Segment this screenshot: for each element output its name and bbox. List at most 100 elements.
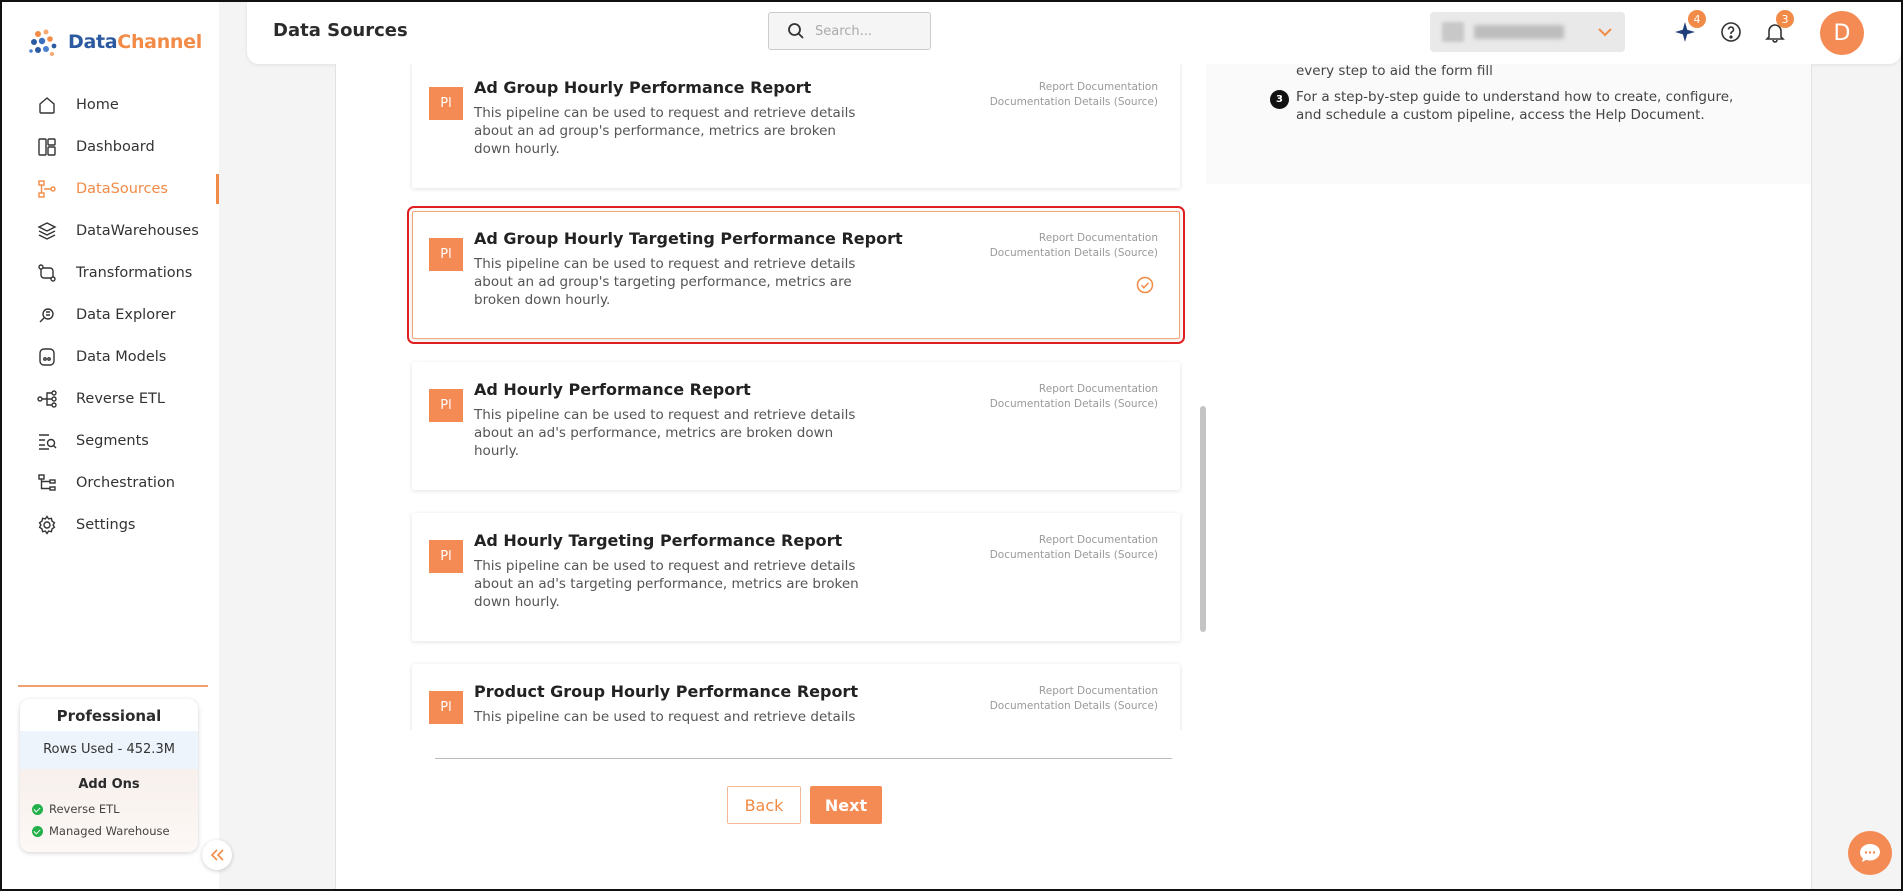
datasources-icon: [36, 178, 58, 200]
report-card[interactable]: Pl Ad Hourly Targeting Performance Repor…: [412, 513, 1180, 641]
addons-section: Add Ons Reverse ETL Managed Warehouse: [20, 769, 198, 852]
report-icon: Pl: [429, 238, 463, 271]
report-icon: Pl: [429, 389, 463, 422]
top-header: Data Sources 4 3 D: [247, 2, 1901, 64]
sidebar-item-data-explorer[interactable]: Data Explorer: [2, 294, 219, 336]
documentation-details-link[interactable]: Documentation Details (Source): [990, 397, 1158, 412]
check-circle-icon: [1136, 276, 1154, 294]
sidebar-item-orchestration[interactable]: Orchestration: [2, 462, 219, 504]
reverse-etl-icon: [36, 388, 58, 410]
list-scrollbar[interactable]: [1200, 406, 1206, 632]
report-card[interactable]: Pl Product Group Hourly Performance Repo…: [412, 664, 1180, 730]
sidebar-item-label: Transformations: [76, 265, 193, 281]
next-button[interactable]: Next: [810, 786, 882, 824]
report-links: Report Documentation Documentation Detai…: [990, 80, 1158, 110]
sidebar-item-data-models[interactable]: Data Models: [2, 336, 219, 378]
back-button[interactable]: Back: [727, 786, 801, 824]
sidebar-item-datawarehouses[interactable]: DataWarehouses: [2, 210, 219, 252]
sidebar-item-datasources[interactable]: DataSources: [2, 168, 219, 210]
ai-assistant-button[interactable]: 4: [1672, 10, 1706, 45]
sidebar-item-segments[interactable]: Segments: [2, 420, 219, 462]
help-step-number: 3: [1270, 90, 1289, 109]
sidebar-nav: Home Dashboard DataSources DataWarehouse…: [2, 84, 219, 546]
footer-divider: [435, 758, 1172, 759]
report-card[interactable]: Pl Ad Hourly Performance Report This pip…: [412, 362, 1180, 490]
sidebar-divider: [18, 685, 208, 687]
data-models-icon: [36, 346, 58, 368]
report-documentation-link[interactable]: Report Documentation: [990, 80, 1158, 95]
page-title: Data Sources: [273, 20, 408, 41]
report-links: Report Documentation Documentation Detai…: [990, 533, 1158, 563]
sidebar-item-transformations[interactable]: Transformations: [2, 252, 219, 294]
dashboard-icon: [36, 136, 58, 158]
sidebar-item-label: Dashboard: [76, 139, 155, 155]
datawarehouses-icon: [36, 220, 58, 242]
report-icon: Pl: [429, 691, 463, 724]
report-title: Ad Group Hourly Targeting Performance Re…: [474, 229, 903, 248]
chat-button[interactable]: [1848, 831, 1892, 875]
settings-icon: [36, 514, 58, 536]
documentation-details-link[interactable]: Documentation Details (Source): [990, 95, 1158, 110]
search-input[interactable]: [815, 23, 915, 39]
report-icon: Pl: [429, 87, 463, 120]
report-title: Ad Group Hourly Performance Report: [474, 78, 812, 97]
brand-logo[interactable]: DataChannel: [26, 24, 202, 60]
report-icon: Pl: [429, 540, 463, 573]
sidebar: DataChannel Home Dashboard DataSources D…: [2, 2, 219, 889]
help-step-2-text: every step to aid the form fill: [1296, 63, 1493, 79]
addon-item: Managed Warehouse: [20, 820, 198, 842]
search-box[interactable]: [768, 12, 931, 50]
sidebar-item-label: DataSources: [76, 181, 168, 197]
user-avatar[interactable]: D: [1820, 11, 1864, 55]
sidebar-item-label: Orchestration: [76, 475, 176, 491]
brand-name: DataChannel: [68, 31, 202, 53]
sidebar-item-reverse-etl[interactable]: Reverse ETL: [2, 378, 219, 420]
report-title: Ad Hourly Performance Report: [474, 380, 751, 399]
chat-bubble-icon: [1860, 844, 1880, 862]
plan-card: Professional Rows Used - 452.3M Add Ons …: [20, 699, 198, 852]
addons-title: Add Ons: [78, 777, 140, 792]
home-icon: [36, 94, 58, 116]
documentation-details-link[interactable]: Documentation Details (Source): [990, 548, 1158, 563]
report-card[interactable]: Pl Ad Group Hourly Performance Report Th…: [412, 64, 1180, 188]
report-documentation-link[interactable]: Report Documentation: [990, 533, 1158, 548]
datachannel-logo-icon: [29, 29, 57, 56]
sidebar-item-label: Data Explorer: [76, 307, 176, 323]
sidebar-item-settings[interactable]: Settings: [2, 504, 219, 546]
transformations-icon: [36, 262, 58, 284]
data-explorer-icon: [36, 304, 58, 326]
notifications-button[interactable]: 3: [1762, 10, 1794, 45]
help-step-3-text: For a step-by-step guide to understand h…: [1296, 89, 1734, 123]
sidebar-item-dashboard[interactable]: Dashboard: [2, 126, 219, 168]
sidebar-item-label: Segments: [76, 433, 149, 449]
report-documentation-link[interactable]: Report Documentation: [990, 684, 1158, 699]
account-selector[interactable]: [1430, 12, 1625, 52]
notification-badge: 3: [1776, 10, 1794, 28]
segments-icon: [36, 430, 58, 452]
collapse-sidebar-button[interactable]: [202, 840, 232, 870]
sidebar-item-label: Home: [76, 97, 119, 113]
help-circle-icon: [1721, 22, 1741, 42]
sidebar-item-label: Data Models: [76, 349, 167, 365]
report-description: This pipeline can be used to request and…: [474, 105, 856, 157]
report-documentation-link[interactable]: Report Documentation: [990, 231, 1158, 246]
sidebar-item-label: Settings: [76, 517, 136, 533]
documentation-details-link[interactable]: Documentation Details (Source): [990, 699, 1158, 714]
report-description: This pipeline can be used to request and…: [474, 709, 856, 725]
report-description: This pipeline can be used to request and…: [474, 256, 856, 308]
report-description: This pipeline can be used to request and…: [474, 558, 859, 610]
documentation-details-link[interactable]: Documentation Details (Source): [990, 246, 1158, 261]
chevron-down-icon: [1598, 28, 1612, 37]
report-title: Ad Hourly Targeting Performance Report: [474, 531, 843, 550]
sidebar-item-home[interactable]: Home: [2, 84, 219, 126]
report-documentation-link[interactable]: Report Documentation: [990, 382, 1158, 397]
sidebar-item-label: Reverse ETL: [76, 391, 165, 407]
sidebar-item-label: DataWarehouses: [76, 223, 199, 239]
report-card-selected[interactable]: Pl Ad Group Hourly Targeting Performance…: [407, 206, 1185, 344]
help-button[interactable]: [1718, 19, 1744, 45]
notification-badge: 4: [1688, 10, 1706, 28]
report-links: Report Documentation Documentation Detai…: [990, 382, 1158, 412]
account-name-redacted: [1474, 25, 1564, 39]
orchestration-icon: [36, 472, 58, 494]
plan-title: Professional: [56, 707, 162, 725]
